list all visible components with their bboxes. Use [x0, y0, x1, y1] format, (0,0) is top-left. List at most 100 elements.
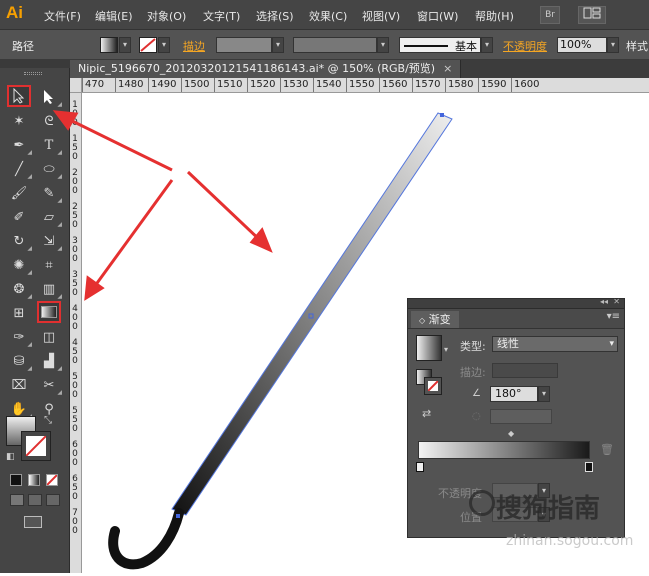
anchor-point[interactable]: [176, 514, 180, 518]
fill-stroke-indicator[interactable]: [416, 369, 442, 395]
pen-tool[interactable]: ✒ ◢: [7, 134, 32, 157]
menu-window[interactable]: 窗口(W): [417, 8, 458, 24]
slice-tool[interactable]: ✂ ◢: [37, 374, 62, 397]
ruler-origin[interactable]: [70, 78, 82, 93]
selection-tool[interactable]: [7, 85, 31, 107]
warp-icon: ✺: [13, 257, 25, 273]
default-colors-icon[interactable]: ◧: [6, 452, 15, 462]
close-icon[interactable]: ×: [443, 62, 452, 75]
draw-behind-button[interactable]: [28, 494, 42, 506]
brush-definition-value: 基本: [455, 40, 477, 53]
stroke-color-swatch[interactable]: [21, 431, 51, 461]
vertical-ruler[interactable]: 1 0 0 1 5 0 2 0 0 2 5 0 3 0 0 3 5 0 4 0 …: [70, 93, 82, 573]
stroke-dropdown[interactable]: ▾: [158, 37, 170, 53]
gradient-preview-dropdown-icon[interactable]: ▾: [444, 345, 448, 354]
eyedropper-tool[interactable]: ✑ ◢: [7, 326, 32, 349]
trash-icon[interactable]: 🗑: [600, 443, 614, 456]
menu-file[interactable]: 文件(F): [44, 8, 81, 24]
arrow-cursor-icon: [13, 88, 25, 104]
menu-object[interactable]: 对象(O): [147, 8, 186, 24]
swap-colors-icon[interactable]: ⤡: [44, 415, 52, 426]
angle-dropdown[interactable]: ▾: [538, 386, 550, 402]
shape-builder-tool[interactable]: ❂ ◢: [7, 278, 32, 301]
menu-select[interactable]: 选择(S): [256, 8, 294, 24]
menu-type[interactable]: 文字(T): [203, 8, 240, 24]
gradient-stop-white[interactable]: [416, 462, 424, 472]
close-icon[interactable]: ✕: [613, 297, 620, 306]
stroke-gradient-options[interactable]: [492, 363, 558, 378]
magic-wand-tool[interactable]: ✶: [7, 110, 31, 132]
perspective-grid-icon: ▥: [42, 281, 56, 297]
warp-tool[interactable]: ✺ ◢: [7, 254, 32, 277]
gradient-panel-tab[interactable]: ◇ 渐变: [411, 311, 459, 328]
gradient-preview-swatch[interactable]: [416, 335, 442, 361]
menu-view[interactable]: 视图(V): [362, 8, 400, 24]
panel-menu-icon[interactable]: ▾≡: [607, 311, 620, 322]
type-tool[interactable]: T ◢: [37, 134, 62, 157]
symbol-sprayer-tool[interactable]: ⛁ ◢: [7, 350, 32, 373]
stroke-weight-field[interactable]: [216, 37, 272, 53]
menu-edit[interactable]: 编辑(E): [95, 8, 133, 24]
pencil-icon: ✎: [43, 185, 55, 201]
free-transform-tool[interactable]: ⌗: [37, 254, 61, 276]
color-mode-button[interactable]: [10, 474, 22, 486]
scale-tool[interactable]: ⇲ ◢: [37, 230, 62, 253]
fill-swatch[interactable]: [100, 37, 118, 53]
blend-tool[interactable]: ◫: [37, 326, 61, 348]
gradient-stop-black[interactable]: [585, 462, 593, 472]
gradient-tool[interactable]: [37, 301, 61, 323]
column-graph-tool[interactable]: ▟ ◢: [37, 350, 62, 373]
gradient-type-select[interactable]: 线性 ▾: [492, 336, 618, 352]
ellipse-tool[interactable]: ⬭ ◢: [37, 158, 62, 181]
paintbrush-tool[interactable]: 🖌: [7, 182, 31, 204]
draw-normal-button[interactable]: [10, 494, 24, 506]
ruler-tick-label: 1490: [151, 79, 177, 90]
aspect-ratio-field[interactable]: [490, 409, 552, 424]
line-segment-tool[interactable]: ╱ ◢: [7, 158, 32, 181]
gradient-slider[interactable]: [418, 441, 590, 459]
screen-mode-button[interactable]: [24, 516, 42, 528]
eraser-icon: ▱: [44, 209, 54, 225]
rotate-tool[interactable]: ↻ ◢: [7, 230, 32, 253]
ruler-tick-label: 4 0 0: [72, 304, 78, 332]
opacity-field[interactable]: 100%: [557, 37, 607, 53]
brush-definition-dropdown[interactable]: ▾: [481, 37, 493, 53]
umbrella-handle[interactable]: [108, 508, 184, 570]
stroke-weight-dropdown[interactable]: ▾: [272, 37, 284, 53]
variable-width-dropdown[interactable]: ▾: [377, 37, 389, 53]
bridge-button[interactable]: Br: [540, 6, 560, 24]
perspective-grid-tool[interactable]: ▥ ◢: [37, 278, 62, 301]
blob-brush-tool[interactable]: ✐: [7, 206, 31, 228]
opacity-dropdown[interactable]: ▾: [607, 37, 619, 53]
lasso-tool[interactable]: ᘓ: [37, 110, 61, 132]
document-tab[interactable]: Nipic_5196670_20120320121541186143.ai* @…: [70, 60, 462, 78]
direct-selection-tool[interactable]: ◢: [37, 86, 62, 108]
reverse-gradient-icon[interactable]: ⇄: [422, 407, 431, 420]
anchor-point[interactable]: [440, 113, 444, 117]
mesh-tool[interactable]: ⊞: [7, 302, 31, 324]
draw-inside-button[interactable]: [46, 494, 60, 506]
symbol-sprayer-icon: ⛁: [13, 353, 25, 369]
pencil-tool[interactable]: ✎ ◢: [37, 182, 62, 205]
artboard-tool[interactable]: ⌧: [7, 374, 31, 396]
opacity-label[interactable]: 不透明度: [503, 38, 547, 54]
none-mode-button[interactable]: [46, 474, 58, 486]
panel-header-bar[interactable]: ◂◂ ✕: [408, 297, 624, 309]
tools-panel-header[interactable]: [0, 60, 70, 68]
menu-help[interactable]: 帮助(H): [475, 8, 514, 24]
eraser-tool[interactable]: ▱ ◢: [37, 206, 62, 229]
arrange-documents-button[interactable]: [578, 6, 606, 24]
fill-dropdown[interactable]: ▾: [119, 37, 131, 53]
menu-effect[interactable]: 效果(C): [309, 8, 347, 24]
free-transform-icon: ⌗: [45, 257, 53, 273]
angle-field[interactable]: 180°: [490, 386, 538, 402]
variable-width-field[interactable]: [293, 37, 377, 53]
gradient-mode-button[interactable]: [28, 474, 40, 486]
panel-grip[interactable]: [24, 72, 42, 75]
collapse-icon[interactable]: ◂◂: [600, 297, 608, 306]
stroke-label[interactable]: 描边: [183, 38, 205, 54]
midpoint-diamond-icon[interactable]: ◆: [508, 429, 514, 438]
horizontal-ruler[interactable]: 470 1480 1490 1500 1510 1520 1530 1540 1…: [82, 78, 649, 93]
brush-definition-field[interactable]: 基本: [399, 37, 481, 53]
stroke-swatch[interactable]: [139, 37, 157, 53]
